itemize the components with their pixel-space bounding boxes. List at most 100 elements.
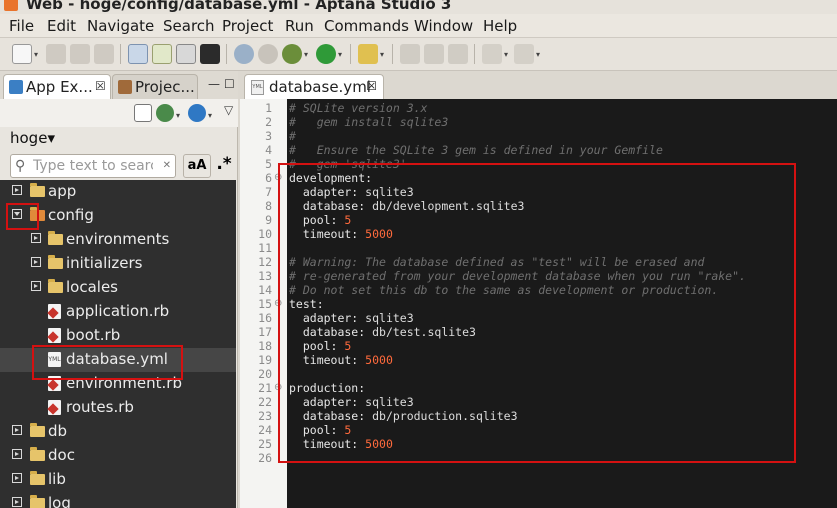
tree-item-routes-rb[interactable]: routes.rb — [0, 396, 236, 420]
project-selector[interactable]: hoge▾ — [10, 129, 55, 147]
menu-help[interactable]: Help — [483, 17, 517, 35]
clear-icon[interactable]: ✕ — [163, 160, 171, 171]
expand-icon[interactable] — [12, 449, 22, 459]
tab-app-explorer[interactable]: App Ex... ☒ — [3, 74, 111, 99]
expand-icon[interactable] — [12, 425, 22, 435]
code-line: # gem install sqlite3 — [289, 115, 837, 129]
tree-item-environments[interactable]: environments — [0, 228, 236, 252]
menu-project[interactable]: Project — [222, 17, 273, 35]
toolbar-separator — [226, 44, 227, 64]
line-number: 4 — [265, 143, 272, 157]
close-tab-icon[interactable]: ☒ — [366, 79, 377, 93]
tree-item-doc[interactable]: doc — [0, 444, 236, 468]
tree-item-label: db — [48, 422, 68, 440]
collapse-all-icon[interactable] — [134, 104, 152, 122]
gear-icon[interactable] — [188, 104, 206, 122]
tree-item-initializers[interactable]: initializers — [0, 252, 236, 276]
folder-icon — [30, 495, 45, 508]
tab-app-explorer-label: App Ex... — [26, 78, 93, 96]
menu-commands[interactable]: Commands — [324, 17, 409, 35]
tree-item-label: locales — [66, 278, 118, 296]
save-all-icon[interactable] — [70, 44, 90, 64]
new-file-icon[interactable] — [12, 44, 32, 64]
tree-item-locales[interactable]: locales — [0, 276, 236, 300]
tree-item-app[interactable]: app — [0, 180, 236, 204]
code-line: # SQLite version 3.x — [289, 101, 837, 115]
expand-icon[interactable] — [12, 185, 22, 195]
line-number: 5 — [265, 157, 272, 171]
browser-icon[interactable] — [176, 44, 196, 64]
line-number: 23 — [258, 409, 272, 423]
expand-icon[interactable] — [12, 497, 22, 507]
line-number: 17 — [258, 325, 272, 339]
close-tab-icon[interactable]: ☒ — [95, 79, 106, 93]
line-number: 8 — [265, 199, 272, 213]
forward-icon[interactable] — [514, 44, 534, 64]
expand-icon[interactable] — [12, 473, 22, 483]
line-number: 6 — [265, 171, 272, 185]
back-dropdown-icon[interactable]: ▾ — [504, 50, 508, 59]
run-dropdown-icon[interactable]: ▾ — [338, 50, 342, 59]
case-sensitive-button[interactable]: aA — [183, 154, 211, 178]
comment-text: # SQLite version 3.x — [289, 101, 428, 115]
gear-dropdown-icon[interactable]: ▾ — [208, 111, 212, 120]
terminal-icon[interactable] — [200, 44, 220, 64]
expand-icon[interactable] — [31, 281, 41, 291]
menu-bar: File Edit Navigate Search Project Run Co… — [0, 14, 837, 38]
line-number: 1 — [265, 101, 272, 115]
debug-icon[interactable] — [282, 44, 302, 64]
tree-item-label: lib — [48, 470, 66, 488]
aptana-app-icon — [4, 0, 18, 11]
expand-icon[interactable] — [31, 257, 41, 267]
folder-icon — [30, 183, 45, 197]
view-menu-icon[interactable]: ▽ — [224, 103, 233, 117]
menu-run[interactable]: Run — [285, 17, 314, 35]
minimize-icon[interactable]: — — [208, 77, 220, 91]
outline-view-icon[interactable] — [128, 44, 148, 64]
menu-search[interactable]: Search — [163, 17, 215, 35]
run-icon[interactable] — [316, 44, 336, 64]
line-number: 21 — [258, 381, 272, 395]
ruby-file-icon — [48, 328, 61, 343]
menu-navigate[interactable]: Navigate — [87, 17, 154, 35]
regex-button[interactable]: .* — [213, 154, 235, 178]
explorer-view-toolbar: ▾ ▾ ▽ — [0, 99, 238, 127]
sync-icon[interactable] — [258, 44, 278, 64]
expand-icon[interactable] — [31, 233, 41, 243]
tab-project-explorer[interactable]: Projec... — [112, 74, 198, 99]
ruby-file-icon — [48, 400, 61, 415]
folder-icon — [48, 279, 63, 293]
git-dropdown-icon[interactable]: ▾ — [176, 111, 180, 120]
menu-edit[interactable]: Edit — [47, 17, 76, 35]
line-number: 14 — [258, 283, 272, 297]
debug-dropdown-icon[interactable]: ▾ — [304, 50, 308, 59]
editor-tab-database-yml[interactable]: YML database.yml ☒ — [244, 74, 384, 99]
open-type-icon[interactable] — [358, 44, 378, 64]
menu-file[interactable]: File — [9, 17, 34, 35]
maximize-icon[interactable]: ☐ — [224, 77, 235, 91]
back-icon[interactable] — [482, 44, 502, 64]
type-dropdown-icon[interactable]: ▾ — [380, 50, 384, 59]
annotation-icon[interactable] — [400, 44, 420, 64]
next-annotation-icon[interactable] — [424, 44, 444, 64]
folder-icon — [48, 231, 63, 245]
deploy-icon[interactable] — [234, 44, 254, 64]
aptana-window: Web - hoge/config/database.yml - Aptana … — [0, 0, 837, 508]
tree-item-lib[interactable]: lib — [0, 468, 236, 492]
tree-item-db[interactable]: db — [0, 420, 236, 444]
filter-placeholder: Type text to search — [33, 158, 153, 174]
forward-dropdown-icon[interactable]: ▾ — [536, 50, 540, 59]
tree-item-log[interactable]: log — [0, 492, 236, 508]
code-line: # Ensure the SQLite 3 gem is defined in … — [289, 143, 837, 157]
annotation-box-config-twisty — [6, 203, 39, 230]
hierarchy-view-icon[interactable] — [152, 44, 172, 64]
tree-item-application-rb[interactable]: application.rb — [0, 300, 236, 324]
save-icon[interactable] — [46, 44, 66, 64]
git-icon[interactable] — [156, 104, 174, 122]
filter-input[interactable]: ⚲ Type text to search ✕ — [10, 154, 176, 178]
print-icon[interactable] — [94, 44, 114, 64]
menu-window[interactable]: Window — [414, 17, 473, 35]
comment-text: # Ensure the SQLite 3 gem is defined in … — [289, 143, 663, 157]
new-dropdown-icon[interactable]: ▾ — [34, 50, 38, 59]
previous-annotation-icon[interactable] — [448, 44, 468, 64]
